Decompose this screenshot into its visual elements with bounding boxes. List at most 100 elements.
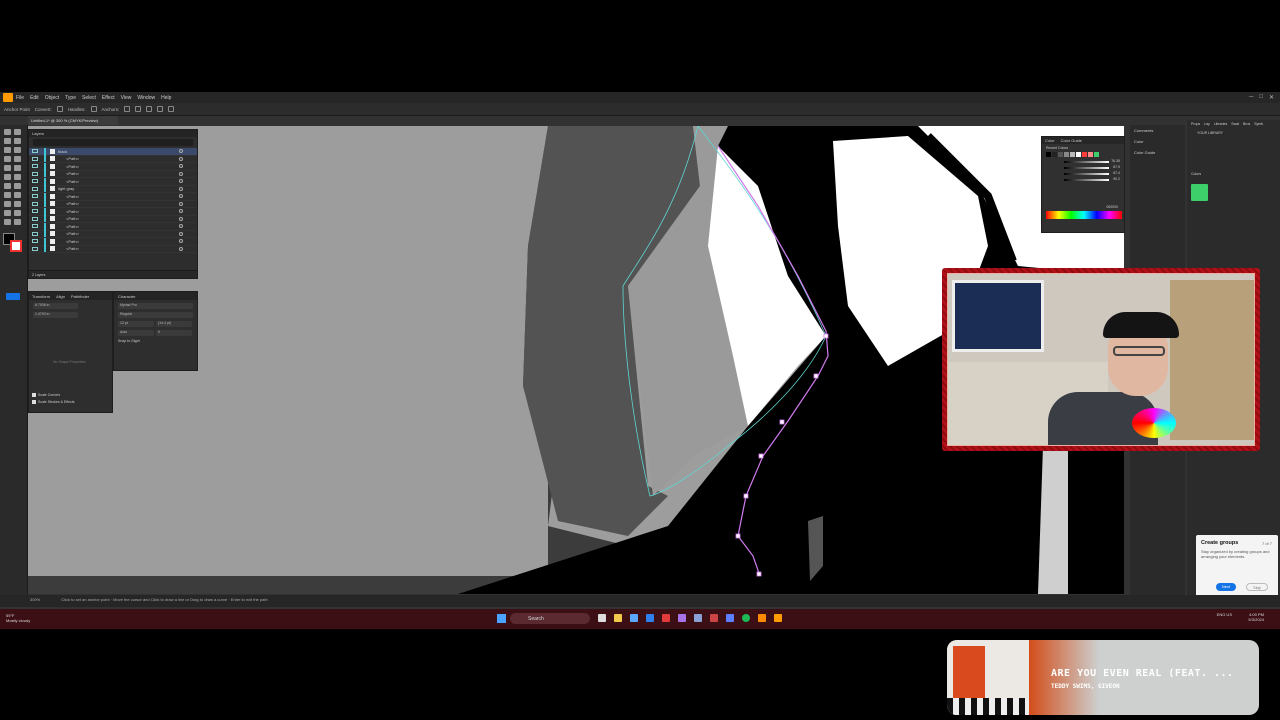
artboard-tool-icon[interactable] bbox=[4, 210, 11, 216]
black-slider[interactable] bbox=[1064, 179, 1109, 181]
discord-icon[interactable] bbox=[726, 614, 734, 622]
rotate-tool-icon[interactable] bbox=[4, 174, 11, 180]
zoom-level[interactable]: 300% bbox=[30, 597, 40, 602]
type-tool-icon[interactable] bbox=[4, 147, 11, 153]
color-swatch[interactable] bbox=[1046, 152, 1051, 157]
blend-tool-icon[interactable] bbox=[14, 201, 21, 207]
menu-edit[interactable]: Edit bbox=[30, 95, 39, 101]
shape-builder-tool-icon[interactable] bbox=[4, 192, 11, 198]
layer-label[interactable]: black bbox=[58, 149, 67, 154]
layer-label[interactable]: <Path> bbox=[66, 239, 79, 244]
target-circle-icon[interactable] bbox=[179, 164, 183, 169]
tab-layers[interactable]: Layers bbox=[32, 131, 44, 136]
distribute-icon[interactable] bbox=[168, 106, 175, 112]
handles-icon[interactable] bbox=[90, 106, 97, 112]
slice-tool-icon[interactable] bbox=[14, 210, 21, 216]
target-circle-icon[interactable] bbox=[179, 224, 183, 229]
width-tool-icon[interactable] bbox=[4, 183, 11, 189]
scale-corners-checkbox[interactable] bbox=[32, 393, 36, 397]
y-position-field[interactable]: 1.4793 in bbox=[33, 312, 78, 318]
color-swatch[interactable] bbox=[1070, 152, 1075, 157]
layer-label[interactable]: <Path> bbox=[66, 156, 79, 161]
stroke-swatch[interactable] bbox=[10, 240, 22, 252]
gradient-tool-icon[interactable] bbox=[14, 192, 21, 198]
minimize-icon[interactable]: ─ bbox=[1249, 94, 1253, 101]
library-color-swatch[interactable] bbox=[1191, 184, 1208, 201]
pen-tool-icon[interactable] bbox=[4, 138, 11, 144]
tracking-field[interactable]: 0 bbox=[156, 330, 192, 336]
color-swatch[interactable] bbox=[1094, 152, 1099, 157]
layer-label[interactable]: <Path> bbox=[66, 164, 79, 169]
scale-strokes-option[interactable]: Scale Strokes & Effects bbox=[32, 400, 75, 404]
spotify-icon[interactable] bbox=[742, 614, 750, 622]
tab-symbols[interactable]: Symb bbox=[1254, 122, 1263, 126]
windows-start-icon[interactable] bbox=[497, 614, 506, 623]
next-button[interactable]: Next bbox=[1216, 583, 1236, 591]
visibility-eye-icon[interactable] bbox=[32, 149, 38, 154]
leading-field[interactable]: (14.4 pt) bbox=[156, 321, 192, 327]
tab-transform[interactable]: Transform bbox=[32, 294, 50, 299]
align-left-icon[interactable] bbox=[135, 106, 142, 112]
layer-label[interactable]: <Path> bbox=[66, 246, 79, 251]
close-icon[interactable]: ✕ bbox=[1269, 94, 1274, 101]
layer-row[interactable]: <Path> bbox=[29, 245, 197, 253]
yellow-value[interactable]: 67.4 bbox=[1113, 171, 1120, 175]
target-circle-icon[interactable] bbox=[179, 239, 183, 244]
edit-toolbar-icon[interactable] bbox=[6, 293, 20, 300]
target-circle-icon[interactable] bbox=[179, 194, 183, 199]
layer-row[interactable]: <Path> bbox=[29, 192, 197, 201]
mail-icon[interactable] bbox=[630, 614, 638, 622]
target-circle-icon[interactable] bbox=[179, 201, 183, 206]
font-style-select[interactable]: Regular bbox=[118, 312, 193, 318]
visibility-eye-icon[interactable] bbox=[32, 246, 38, 251]
layer-row[interactable]: <Path> bbox=[29, 170, 197, 178]
visibility-eye-icon[interactable] bbox=[32, 239, 38, 244]
eraser-tool-icon[interactable] bbox=[14, 165, 21, 171]
scale-corners-option[interactable]: Scale Corners bbox=[32, 393, 60, 397]
font-family-select[interactable]: Myriad Pro bbox=[118, 303, 193, 309]
opera-icon[interactable] bbox=[662, 614, 670, 622]
cyan-slider[interactable] bbox=[1064, 161, 1109, 163]
menu-help[interactable]: Help bbox=[161, 95, 171, 101]
convert-corner-icon[interactable] bbox=[56, 106, 63, 112]
document-tab[interactable]: Untitled-1* @ 300 % (CMYK/Preview) bbox=[28, 116, 118, 125]
eyedropper-tool-icon[interactable] bbox=[4, 201, 11, 207]
scale-tool-icon[interactable] bbox=[14, 174, 21, 180]
library-title[interactable]: YOUR LIBRARY bbox=[1187, 128, 1280, 138]
target-circle-icon[interactable] bbox=[179, 186, 183, 191]
comments-item[interactable]: Comments bbox=[1130, 125, 1185, 136]
visibility-eye-icon[interactable] bbox=[32, 171, 38, 176]
tab-align[interactable]: Align bbox=[56, 294, 65, 299]
tab-libraries[interactable]: Libraries bbox=[1214, 122, 1227, 126]
target-circle-icon[interactable] bbox=[179, 149, 183, 154]
tab-color-guide[interactable]: Color Guide bbox=[1061, 138, 1082, 143]
direct-selection-tool-icon[interactable] bbox=[14, 129, 21, 135]
selection-tool-icon[interactable] bbox=[4, 129, 11, 135]
layer-row[interactable]: <Path> bbox=[29, 162, 197, 171]
app-icon[interactable] bbox=[678, 614, 686, 622]
visibility-eye-icon[interactable] bbox=[32, 224, 38, 229]
taskbar-search[interactable]: Search bbox=[510, 613, 590, 624]
color-item[interactable]: Color bbox=[1130, 136, 1185, 147]
free-transform-tool-icon[interactable] bbox=[14, 183, 21, 189]
zoom-tool-icon[interactable] bbox=[14, 219, 21, 225]
paintbrush-tool-icon[interactable] bbox=[14, 156, 21, 162]
target-circle-icon[interactable] bbox=[179, 246, 183, 251]
target-circle-icon[interactable] bbox=[179, 216, 183, 221]
task-view-icon[interactable] bbox=[598, 614, 606, 622]
layer-row[interactable]: <Path> bbox=[29, 222, 197, 231]
menu-window[interactable]: Window bbox=[137, 95, 155, 101]
visibility-eye-icon[interactable] bbox=[32, 201, 38, 206]
record-icon[interactable] bbox=[710, 614, 718, 622]
visibility-eye-icon[interactable] bbox=[32, 179, 38, 184]
target-circle-icon[interactable] bbox=[179, 231, 183, 236]
layer-label[interactable]: <Path> bbox=[66, 216, 79, 221]
magenta-slider[interactable] bbox=[1064, 167, 1109, 169]
visibility-eye-icon[interactable] bbox=[32, 164, 38, 169]
language-indicator[interactable]: ENG US bbox=[1217, 612, 1232, 617]
layer-label[interactable]: <Path> bbox=[66, 201, 79, 206]
color-swatch[interactable] bbox=[1076, 152, 1081, 157]
color-spectrum[interactable] bbox=[1046, 211, 1122, 219]
kerning-field[interactable]: Auto bbox=[118, 330, 154, 336]
yellow-slider[interactable] bbox=[1064, 173, 1109, 175]
